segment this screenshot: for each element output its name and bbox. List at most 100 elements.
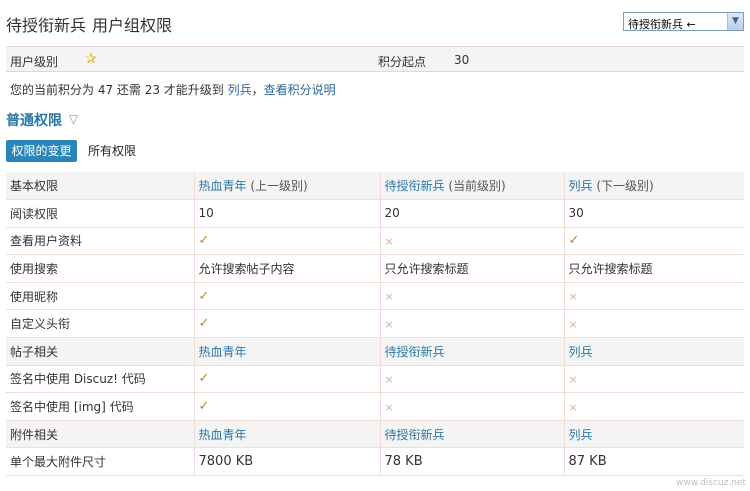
- group-link[interactable]: 热血青年: [199, 179, 247, 193]
- permission-value-cell: ✓: [194, 227, 381, 256]
- cell-text: 签名中使用 Discuz! 代码: [10, 372, 146, 387]
- cell-text: 使用搜索: [10, 262, 59, 277]
- permission-value-cell: 热血青年: [194, 420, 381, 449]
- cell-text: 基本权限: [10, 179, 59, 194]
- permission-value-cell: ✓: [564, 227, 744, 256]
- permission-name-cell: 自定义头衔: [6, 309, 195, 339]
- permission-value-cell: 只允许搜索标题: [564, 254, 744, 283]
- permission-value-cell: ×: [380, 392, 565, 421]
- permission-value-cell: 10: [194, 199, 381, 228]
- watermark: www.discuz.net: [675, 478, 746, 488]
- cell-text: 阅读权限: [10, 206, 59, 221]
- cross-icon: ×: [568, 317, 578, 331]
- cross-icon: ×: [384, 372, 394, 386]
- progress-prefix: 您的当前积分为 47 还需 23 才能升级到: [10, 83, 224, 97]
- group-link[interactable]: 待授衔新兵: [385, 345, 445, 359]
- permission-value-cell: ✓: [194, 365, 381, 394]
- cross-icon: ×: [384, 234, 394, 248]
- cell-text: 单个最大附件尺寸: [10, 455, 107, 470]
- group-link[interactable]: 热血青年: [199, 345, 247, 359]
- tab-all-permissions[interactable]: 所有权限: [88, 140, 136, 162]
- group-link[interactable]: 列兵: [569, 179, 593, 193]
- cell-text: 帖子相关: [10, 344, 59, 359]
- cell-text: 附件相关: [10, 427, 59, 442]
- permission-value-cell: 待授衔新兵: [380, 420, 565, 449]
- next-group-link[interactable]: 列兵: [228, 83, 252, 97]
- level-note: (下一级别): [592, 179, 654, 194]
- permission-value-cell: 列兵: [564, 420, 744, 449]
- level-label: 用户级别: [10, 55, 59, 69]
- cross-icon: ×: [568, 372, 578, 386]
- permission-value-cell: ×: [564, 365, 744, 394]
- check-icon: ✓: [568, 233, 580, 249]
- star-icon: ✰: [85, 51, 97, 67]
- permission-value-cell: 87 KB: [564, 447, 744, 477]
- cell-text: 签名中使用 [img] 代码: [10, 400, 134, 415]
- level-note: (当前级别): [444, 179, 506, 194]
- tab-permission-changes[interactable]: 权限的变更: [6, 140, 77, 162]
- group-select[interactable]: 待授衔新兵 ← ▼: [623, 12, 744, 31]
- permission-value-cell: ×: [564, 309, 744, 339]
- permission-value-cell: ×: [380, 227, 565, 256]
- permission-value-cell: 热血青年: [194, 337, 381, 366]
- group-link[interactable]: 待授衔新兵: [385, 428, 445, 442]
- permission-value-cell: ×: [564, 282, 744, 311]
- cell-text: 自定义头衔: [10, 317, 71, 332]
- permission-value-cell: 列兵 (下一级别): [564, 172, 744, 201]
- table-section-header: 基本权限 热血青年 (上一级别) 待授衔新兵 (当前级别) 列兵 (下一级别): [6, 172, 744, 201]
- cross-icon: ×: [384, 317, 394, 331]
- permission-name-cell: 使用昵称: [6, 282, 195, 311]
- points-help-link[interactable]: 查看积分说明: [264, 83, 336, 97]
- table-row: 使用搜索 允许搜索帖子内容 只允许搜索标题 只允许搜索标题: [6, 254, 744, 283]
- permission-value-cell: ✓: [194, 282, 381, 311]
- group-name: 待授衔新兵: [6, 16, 87, 35]
- permission-value-cell: 待授衔新兵 (当前级别): [380, 172, 565, 201]
- progress-text: 您的当前积分为 47 还需 23 才能升级到 列兵，查看积分说明: [10, 81, 336, 98]
- permission-value-cell: ✓: [194, 392, 381, 421]
- cell-text: 使用昵称: [10, 289, 59, 304]
- cell-text: 只允许搜索标题: [384, 262, 469, 277]
- group-link[interactable]: 待授衔新兵: [385, 179, 445, 193]
- permission-value-cell: ×: [564, 392, 744, 421]
- table-row: 阅读权限 10 20 30: [6, 199, 744, 228]
- check-icon: ✓: [198, 316, 210, 332]
- cell-text: 30: [568, 206, 584, 221]
- group-link[interactable]: 热血青年: [199, 428, 247, 442]
- group-select-value: 待授衔新兵 ←: [628, 18, 696, 31]
- table-row: 单个最大附件尺寸 7800 KB 78 KB 87 KB: [6, 447, 744, 477]
- permission-value-cell: ×: [380, 365, 565, 394]
- check-icon: ✓: [198, 288, 210, 304]
- page-subtitle: 用户组权限: [92, 16, 173, 35]
- points-start-label: 积分起点: [378, 55, 427, 69]
- chevron-down-icon[interactable]: ▼: [727, 13, 743, 30]
- table-row: 签名中使用 Discuz! 代码 ✓ × ×: [6, 365, 744, 394]
- page-title: 待授衔新兵 用户组权限: [6, 12, 172, 36]
- cross-icon: ×: [568, 400, 578, 414]
- table-row: 自定义头衔 ✓ × ×: [6, 309, 744, 339]
- permission-value-cell: 7800 KB: [194, 447, 381, 477]
- permission-value-cell: ×: [380, 282, 565, 311]
- table-row: 签名中使用 [img] 代码 ✓ × ×: [6, 392, 744, 421]
- permission-name-cell: 基本权限: [6, 172, 195, 201]
- collapse-toggle-icon[interactable]: ▽: [69, 112, 78, 126]
- cell-text: 78 KB: [384, 454, 423, 470]
- permission-name-cell: 使用搜索: [6, 254, 195, 283]
- cross-icon: ×: [384, 400, 394, 414]
- permission-value-cell: 热血青年 (上一级别): [194, 172, 381, 201]
- table-row: 查看用户资料 ✓ × ✓: [6, 227, 744, 256]
- permission-value-cell: 78 KB: [380, 447, 565, 477]
- permission-name-cell: 签名中使用 Discuz! 代码: [6, 365, 195, 394]
- cell-text: 7800 KB: [198, 454, 254, 470]
- cross-icon: ×: [568, 290, 578, 304]
- group-link[interactable]: 列兵: [569, 428, 593, 442]
- permission-value-cell: 20: [380, 199, 565, 228]
- table-section-header: 帖子相关 热血青年 待授衔新兵 列兵: [6, 337, 744, 366]
- permission-name-cell: 查看用户资料: [6, 227, 195, 256]
- check-icon: ✓: [198, 399, 210, 415]
- cell-text: 10: [198, 206, 214, 221]
- check-icon: ✓: [198, 371, 210, 387]
- permission-name-cell: 签名中使用 [img] 代码: [6, 392, 195, 421]
- permission-name-cell: 阅读权限: [6, 199, 195, 228]
- group-link[interactable]: 列兵: [569, 345, 593, 359]
- permission-value-cell: 待授衔新兵: [380, 337, 565, 366]
